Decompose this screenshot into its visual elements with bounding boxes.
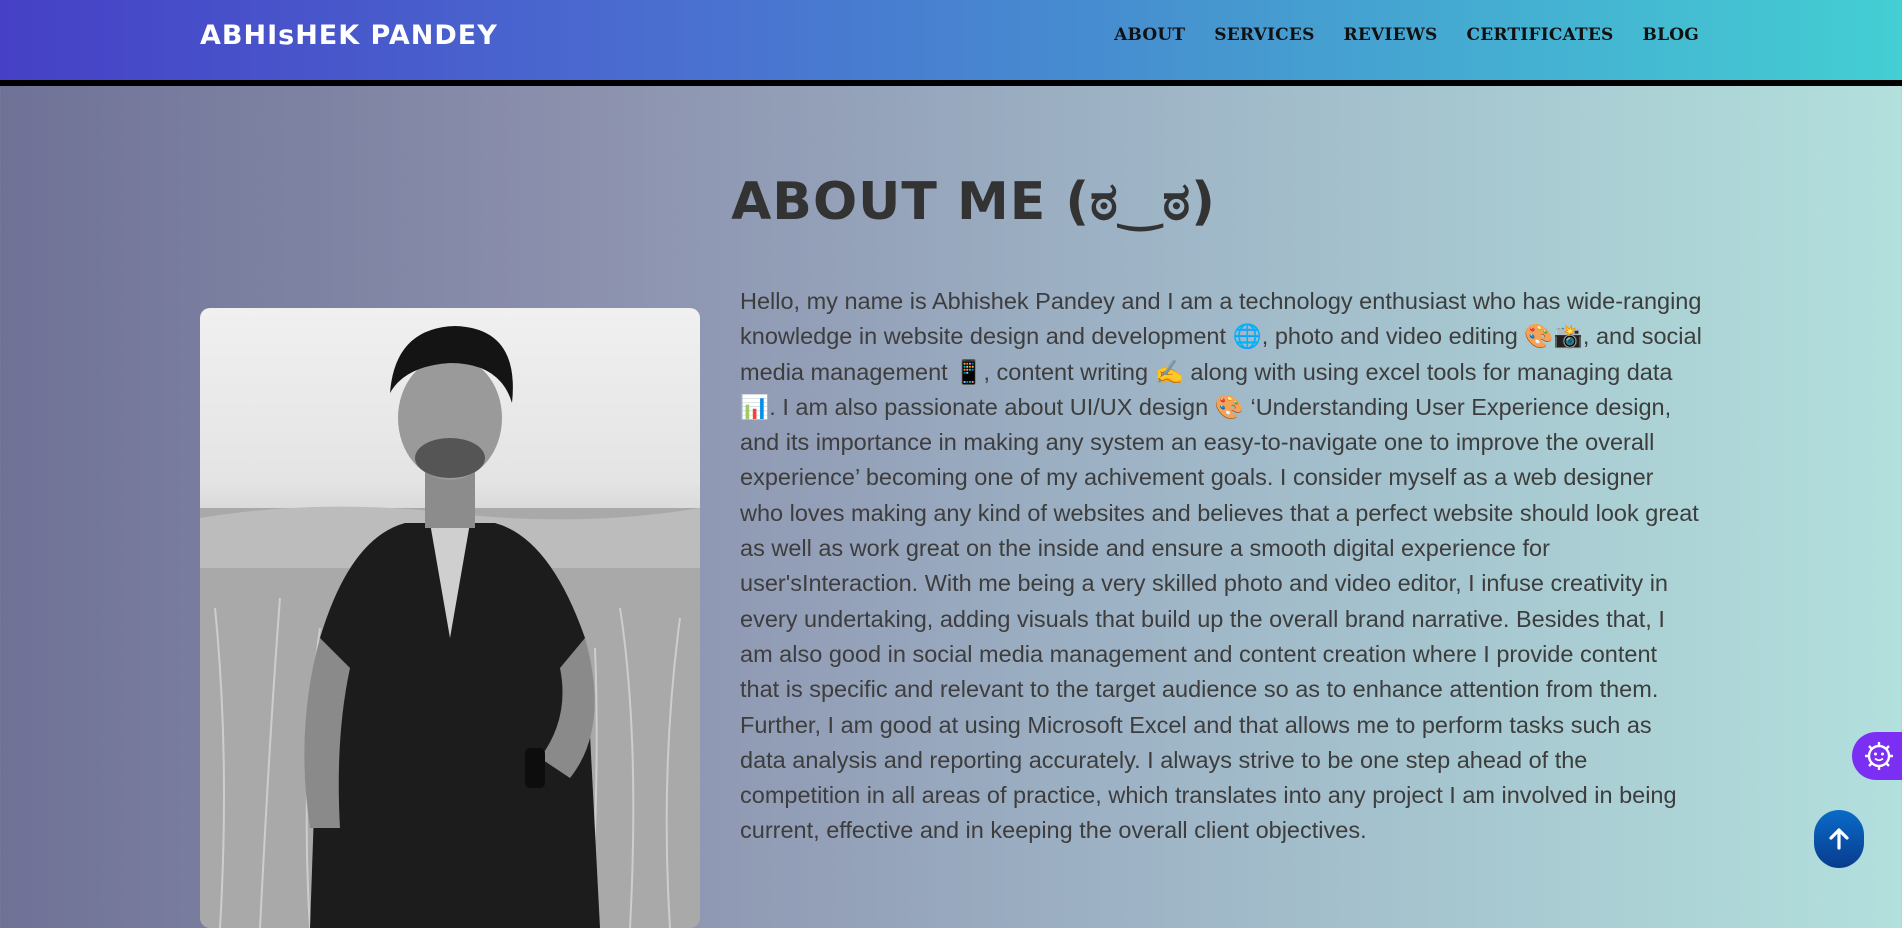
scroll-to-top-button[interactable] xyxy=(1814,810,1864,868)
arrow-up-icon xyxy=(1829,828,1849,850)
nav-certificates[interactable]: CERTIFICATES xyxy=(1467,25,1614,45)
main-nav: ABOUT SERVICES REVIEWS CERTIFICATES BLOG xyxy=(1085,25,1699,45)
nav-blog[interactable]: BLOG xyxy=(1643,25,1699,45)
about-bio: Hello, my name is Abhishek Pandey and I … xyxy=(740,288,1702,844)
nav-reviews[interactable]: REVIEWS xyxy=(1344,25,1438,45)
profile-photo xyxy=(200,308,700,928)
about-title: ABOUT ME (ಠ‿ಠ) xyxy=(731,172,1216,232)
nav-services[interactable]: SERVICES xyxy=(1214,25,1314,45)
accessibility-face-gear-icon xyxy=(1865,742,1893,770)
accessibility-button[interactable] xyxy=(1852,732,1902,780)
portrait-illustration xyxy=(200,326,700,928)
navbar: ABHIsHEK PANDEY ABOUT SERVICES REVIEWS C… xyxy=(0,0,1902,86)
nav-about[interactable]: ABOUT xyxy=(1114,25,1185,45)
site-logo[interactable]: ABHIsHEK PANDEY xyxy=(200,20,498,51)
